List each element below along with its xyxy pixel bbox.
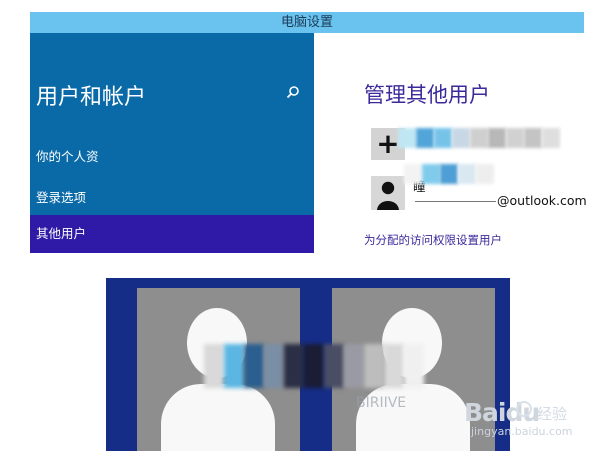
watermark-cn: 经验 bbox=[537, 405, 568, 423]
redacted-user-name bbox=[404, 164, 494, 184]
sidebar-item-sign-in-options[interactable]: 登录选项 bbox=[36, 187, 86, 206]
sidebar-title: 用户和帐户 bbox=[36, 85, 147, 110]
user-avatar[interactable] bbox=[371, 176, 405, 210]
redacted-email-line bbox=[415, 201, 496, 202]
sidebar: 用户和帐户 你的个人资 登录选项 其他用户 bbox=[30, 33, 314, 253]
watermark-url: jingyan.baidu.com bbox=[471, 425, 573, 438]
paw-icon bbox=[516, 401, 532, 417]
account-photo: BIRIIVE bbox=[106, 278, 510, 451]
person-icon bbox=[377, 181, 399, 210]
user-email-domain: @outlook.com bbox=[497, 193, 587, 208]
sidebar-item-other-users[interactable]: 其他用户 bbox=[30, 215, 314, 253]
page-title: 管理其他用户 bbox=[364, 83, 490, 107]
window-title-bar: 电脑设置 bbox=[30, 12, 584, 33]
window-title: 电脑设置 bbox=[280, 15, 333, 30]
photo-ghost-text: BIRIIVE bbox=[356, 395, 407, 411]
redacted-add-user-label bbox=[398, 128, 560, 148]
sidebar-item-personal-info[interactable]: 你的个人资 bbox=[36, 146, 99, 165]
search-icon[interactable] bbox=[286, 85, 300, 99]
redacted-photo-label bbox=[204, 344, 424, 388]
assigned-access-link[interactable]: 为分配的访问权限设置用户 bbox=[364, 232, 502, 248]
